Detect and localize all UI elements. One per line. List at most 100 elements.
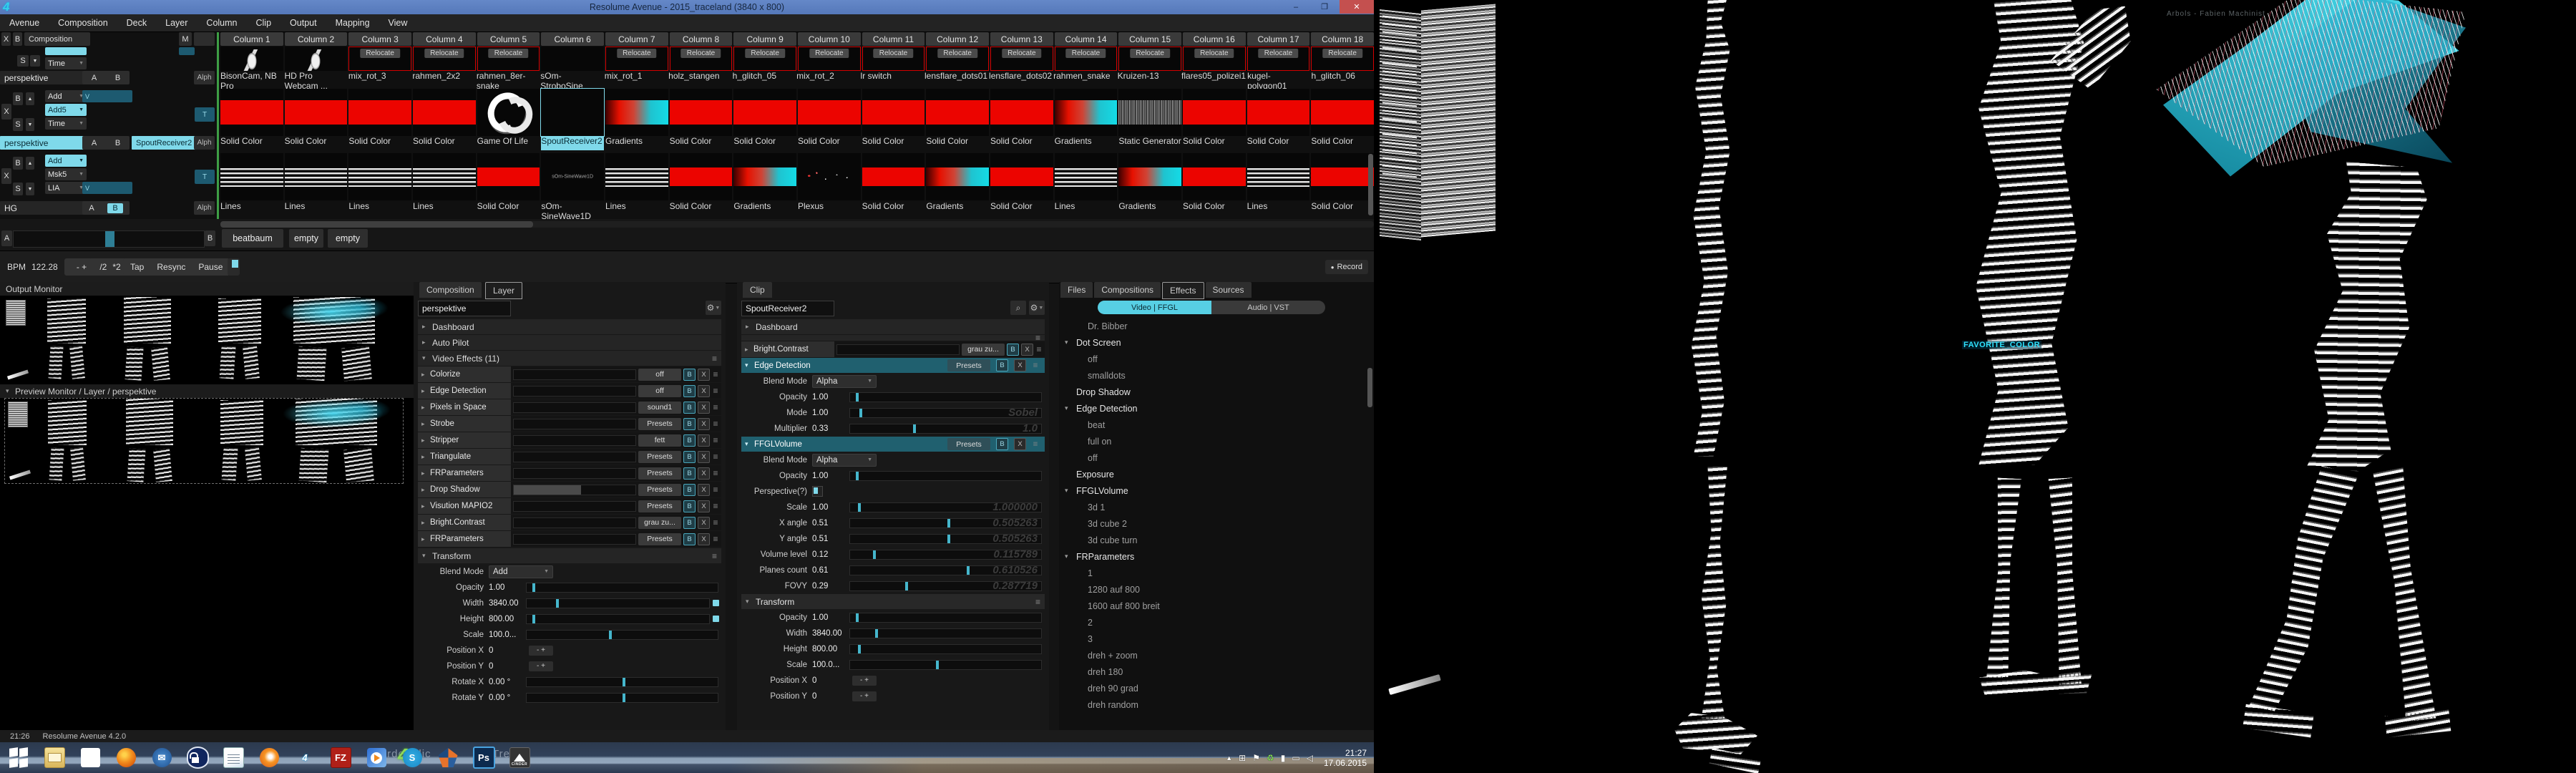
output-monitor-view[interactable] (0, 296, 414, 384)
taskbar-icon[interactable] (255, 745, 283, 771)
tray-flag-icon[interactable]: ⚑ (1252, 753, 1260, 763)
column-header-button[interactable]: Column 3 (348, 32, 411, 46)
slider-handle[interactable] (556, 599, 559, 608)
effect-bypass-button[interactable]: B (683, 451, 696, 463)
effect-bypass-button[interactable]: B (996, 359, 1008, 371)
browser-scrollbar[interactable] (1367, 368, 1372, 407)
layer2-b-button[interactable]: B (115, 139, 120, 147)
clip-label[interactable]: Solid Color (413, 136, 476, 150)
param-value[interactable]: 100.0... (812, 661, 849, 669)
clip-label[interactable]: Solid Color (1247, 136, 1310, 150)
layer3-alpha-button[interactable]: Alph (194, 201, 215, 215)
param-stepper[interactable]: - + (852, 691, 877, 701)
clip-cell[interactable]: Relocate mix_rot_1 (605, 47, 668, 71)
clip-label[interactable]: Solid Color (1311, 201, 1374, 221)
effect-row[interactable]: ▸Pixels in Space sound1 B X ≡ (418, 399, 721, 415)
clip-label[interactable]: rahmen_2x2 (412, 71, 474, 91)
param-row[interactable]: Position Y 0 - + (741, 689, 1045, 704)
taskbar-icon[interactable] (434, 745, 462, 771)
clip-label[interactable]: lensflare_dots02 (989, 71, 1052, 91)
effect-name[interactable]: ▸FRParameters (418, 531, 511, 547)
param-value[interactable]: 0 (489, 662, 526, 671)
bpm-metronome-toggle[interactable] (228, 258, 240, 276)
clip-cell[interactable]: Relocate Solid Color (477, 153, 540, 200)
layer1-time-dropdown[interactable]: Time▼ (45, 57, 87, 69)
clip-label[interactable]: rahmen_8er-snake (477, 71, 539, 91)
record-button[interactable]: ●Record (1325, 260, 1368, 274)
effect-preset-button[interactable]: Presets (638, 467, 681, 480)
effects-tree-item[interactable]: ▾ Drop Shadow (1059, 384, 1368, 400)
clip-cell[interactable]: Relocate Solid Color (220, 89, 283, 136)
param-slider[interactable] (849, 565, 1042, 575)
tray-clock[interactable]: 21:27 17.06.2015 (1324, 748, 1367, 768)
clip-cell[interactable]: Relocate Solid Color (1183, 153, 1246, 200)
browser-tab[interactable]: Compositions (1094, 282, 1161, 298)
effects-tree-item[interactable]: ▾ beat (1059, 417, 1368, 433)
relocate-button[interactable]: Relocate (1130, 49, 1169, 58)
param-value[interactable]: 1.00 (812, 503, 849, 512)
param-value[interactable]: 1.00 (812, 472, 849, 480)
effect-preset-button[interactable]: off (638, 385, 681, 397)
slider-handle[interactable] (967, 566, 970, 575)
taskbar-icon[interactable]: FZ (326, 745, 355, 771)
effect-bypass-button[interactable]: B (683, 418, 696, 430)
tray-network-icon[interactable]: ▭ (1292, 753, 1299, 763)
taskbar-icon[interactable]: ❖ (76, 745, 104, 771)
taskbar-icon[interactable]: Ps (469, 745, 498, 771)
slider-handle[interactable] (856, 472, 859, 480)
menu-item[interactable]: Composition (49, 18, 117, 28)
clip-cell[interactable]: Relocate Solid Color (670, 153, 733, 200)
clip-cell[interactable]: Relocate Solid Color (285, 89, 348, 136)
clip-cell[interactable]: Relocate Lines (605, 153, 668, 200)
relocate-button[interactable]: Relocate (617, 49, 656, 58)
clip-label[interactable]: Lines (220, 201, 283, 221)
slider-handle[interactable] (936, 661, 939, 669)
menu-icon[interactable]: ≡ (710, 435, 721, 445)
param-value[interactable]: 800.00 (812, 645, 849, 653)
param-slider[interactable] (849, 408, 1042, 418)
effects-tree-item[interactable]: ▾ dreh 180 (1059, 663, 1368, 680)
param-slider[interactable] (526, 693, 718, 703)
tap-button[interactable]: Tap (130, 262, 144, 272)
clip-label[interactable]: Gradients (1118, 201, 1181, 221)
gear-icon[interactable]: ⚙▼ (1029, 301, 1045, 315)
tray-sync-icon[interactable]: ♻ (1267, 753, 1274, 763)
param-row[interactable]: Width 3840.00 - + (741, 626, 1045, 641)
menu-item[interactable]: Mapping (326, 18, 379, 28)
slider-handle[interactable] (532, 615, 535, 623)
clip-cell[interactable]: Relocate Solid Color (1311, 153, 1374, 200)
slider-handle[interactable] (858, 503, 861, 512)
tray-speaker-icon[interactable]: ◁ (1307, 753, 1313, 763)
layer3-a-button[interactable]: A (89, 204, 94, 213)
effects-tree-item[interactable]: ▾ dreh random (1059, 696, 1368, 713)
effect-remove-button[interactable]: X (698, 434, 710, 447)
layer2-up-button[interactable]: ▲ (26, 92, 34, 105)
layer1-v-toggle[interactable] (179, 47, 195, 55)
taskbar-icon[interactable] (112, 745, 140, 771)
param-slider[interactable] (526, 614, 710, 624)
effect-row[interactable]: ▸Stripper fett B X ≡ (418, 432, 721, 448)
relocate-button[interactable]: Relocate (745, 49, 784, 58)
slider-handle[interactable] (873, 550, 876, 559)
param-slider[interactable] (849, 392, 1042, 402)
layer-name-input[interactable]: perspektive (418, 301, 511, 316)
column-header-button[interactable]: Column 10 (798, 32, 861, 46)
taskbar-icon[interactable] (219, 745, 248, 771)
param-value[interactable]: 1.00 (489, 583, 526, 592)
menu-icon[interactable]: ≡ (710, 419, 721, 429)
section-dashboard[interactable]: ▸Dashboard (418, 319, 721, 334)
clip-cell[interactable]: Relocate rahmen_snake (1055, 47, 1118, 71)
clip-cell[interactable]: Relocate flares05_polizei1 (1183, 47, 1246, 71)
effect-row[interactable]: ▸FRParameters Presets B X ≡ (418, 465, 721, 481)
effect-row[interactable]: ▸Visution MAPIO2 Presets B X ≡ (418, 498, 721, 514)
crossfader-slider[interactable] (13, 230, 205, 248)
effect-opacity-slider[interactable] (513, 501, 636, 512)
param-row[interactable]: Rotate X ▼ 0.00 ° - + (418, 674, 721, 689)
layer3-bypass-button[interactable]: B (13, 157, 23, 170)
layer2-blend-b-dropdown[interactable]: Add5▼ (45, 104, 87, 116)
clip-cell[interactable]: Relocate Lines (413, 153, 476, 200)
param-toggle[interactable] (812, 486, 823, 497)
menu-icon[interactable]: ≡ (710, 452, 721, 462)
clip-label[interactable]: h_glitch_05 (733, 71, 795, 91)
clip-cell[interactable]: Relocate Plexus (798, 153, 861, 200)
